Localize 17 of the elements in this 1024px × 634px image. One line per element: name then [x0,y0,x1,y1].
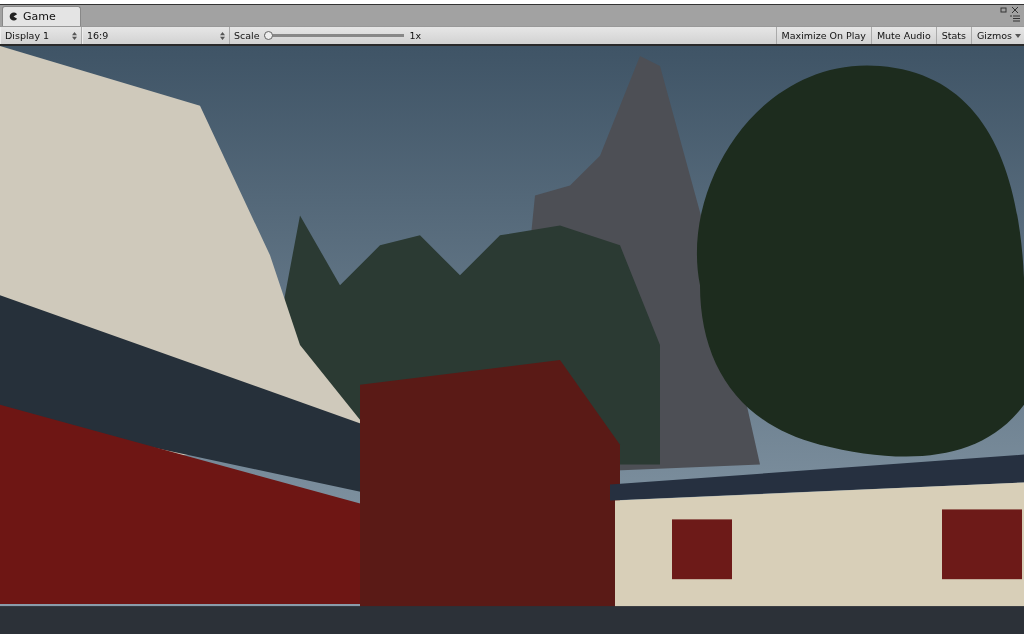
up-down-arrows-icon [72,31,77,40]
aspect-dropdown[interactable]: 16:9 [82,27,230,44]
toggle-button[interactable]: Mute Audio [870,27,936,44]
caret-icon [1015,33,1021,38]
menu-icon[interactable] [1010,15,1020,22]
window-buttons-icon[interactable] [1000,6,1020,14]
gizmos-dropdown[interactable]: Gizmos [971,27,1024,44]
pacman-icon [9,12,18,21]
toggle-button[interactable]: Maximize On Play [775,27,871,44]
scale-label: Scale [234,30,260,41]
game-tab[interactable]: Game [2,6,81,26]
scale-slider[interactable] [263,31,404,40]
up-down-arrows-icon [220,31,225,40]
toggle-button[interactable]: Stats [935,27,971,44]
display-dropdown[interactable]: Display 1 [0,27,82,44]
scale-reading: 1x [409,30,422,41]
slider-thumb[interactable] [263,31,273,40]
